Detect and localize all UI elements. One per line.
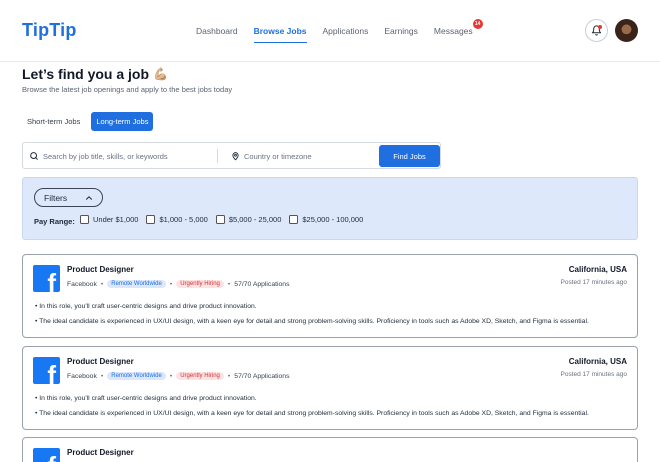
job-description-line: • In this role, you'll craft user-centri… <box>35 303 257 310</box>
facebook-logo-icon: f <box>33 265 60 292</box>
pay-option-label: Under $1,000 <box>93 215 139 224</box>
messages-count-badge: 14 <box>472 19 483 29</box>
job-location: California, USA <box>568 265 627 274</box>
pay-range-label: Pay Range: <box>34 217 75 226</box>
company-name: Facebook <box>67 280 97 288</box>
urgent-badge: Urgently Hiring <box>176 280 224 288</box>
job-description-line: • The ideal candidate is experienced in … <box>35 318 589 325</box>
brand-logo[interactable]: TipTip <box>22 20 77 41</box>
nav-item-messages-label: Messages <box>433 26 473 36</box>
pay-option-25000-100000[interactable]: $25,000 - 100,000 <box>289 215 363 224</box>
find-jobs-button[interactable]: Find Jobs <box>379 145 440 167</box>
job-card[interactable]: f Product Designer Facebook • Remote Wor… <box>22 346 638 430</box>
main-nav: Dashboard Browse Jobs Applications Earni… <box>196 19 489 43</box>
posted-time: Posted 17 minutes ago <box>560 279 628 286</box>
urgent-badge: Urgently Hiring <box>176 372 224 380</box>
posted-time: Posted 17 minutes ago <box>560 371 628 378</box>
pay-option-label: $25,000 - 100,000 <box>302 215 364 224</box>
chevron-up-icon <box>86 196 92 200</box>
page-title: Let’s find you a job 💪🏼 <box>22 66 168 82</box>
flexed-biceps-icon: 💪🏼 <box>153 67 168 81</box>
separator-dot: • <box>100 280 104 288</box>
pay-option-under-1000[interactable]: Under $1,000 <box>80 215 138 224</box>
job-card[interactable]: f Product Designer Facebook • Remote Wor… <box>22 254 638 338</box>
search-input[interactable] <box>43 147 213 165</box>
user-avatar[interactable] <box>615 19 638 42</box>
notification-dot <box>598 25 602 29</box>
facebook-logo-icon: f <box>33 448 60 462</box>
separator-dot: • <box>169 372 173 380</box>
filters-toggle-button[interactable]: Filters <box>34 188 103 207</box>
pay-range-options: Under $1,000 $1,000 - 5,000 $5,000 - 25,… <box>80 215 371 224</box>
pay-option-label: $5,000 - 25,000 <box>228 215 282 224</box>
page-subtitle: Browse the latest job openings and apply… <box>22 85 233 94</box>
job-title[interactable]: Product Designer <box>67 357 134 366</box>
facebook-logo-icon: f <box>33 357 60 384</box>
job-description-line: • In this role, you'll craft user-centri… <box>35 395 257 402</box>
remote-badge: Remote Worldwide <box>107 280 166 288</box>
location-pin-icon <box>232 152 239 161</box>
separator-dot: • <box>227 280 231 288</box>
checkbox[interactable] <box>289 215 299 224</box>
tab-short-term-jobs[interactable]: Short-term Jobs <box>22 112 85 131</box>
top-header: TipTip Dashboard Browse Jobs Application… <box>0 0 660 62</box>
filters-button-label: Filters <box>44 192 68 203</box>
nav-item-applications[interactable]: Applications <box>323 26 369 36</box>
separator-dot: • <box>169 280 173 288</box>
pay-option-5000-25000[interactable]: $5,000 - 25,000 <box>215 215 282 224</box>
remote-badge: Remote Worldwide <box>107 372 166 380</box>
separator-dot: • <box>100 372 104 380</box>
job-title[interactable]: Product Designer <box>67 448 134 457</box>
pay-option-1000-5000[interactable]: $1,000 - 5,000 <box>146 215 208 224</box>
search-divider <box>217 149 218 163</box>
checkbox[interactable] <box>146 215 156 224</box>
separator-dot: • <box>227 372 231 380</box>
nav-item-browse-jobs[interactable]: Browse Jobs <box>253 26 307 43</box>
checkbox[interactable] <box>215 215 225 224</box>
job-description-line: • The ideal candidate is experienced in … <box>35 410 589 417</box>
applications-count: 57/70 Applications <box>234 280 290 288</box>
job-type-tabs: Short-term Jobs Long-term Jobs <box>22 112 154 131</box>
search-icon <box>30 152 38 160</box>
filters-panel: Filters Pay Range: Under $1,000 $1,000 -… <box>22 177 638 240</box>
job-location: California, USA <box>568 357 627 366</box>
nav-item-earnings[interactable]: Earnings <box>384 26 418 36</box>
checkbox[interactable] <box>80 215 89 224</box>
job-meta: Facebook • Remote Worldwide • Urgently H… <box>67 372 289 380</box>
notifications-button[interactable] <box>585 19 608 42</box>
tab-long-term-jobs[interactable]: Long-term Jobs <box>91 112 154 131</box>
page-title-text: Let’s find you a job <box>22 66 150 82</box>
pay-option-label: $1,000 - 5,000 <box>159 215 208 224</box>
job-meta: Facebook • Remote Worldwide • Urgently H… <box>67 280 289 288</box>
job-card[interactable]: f Product Designer <box>22 437 638 462</box>
company-name: Facebook <box>67 372 97 380</box>
location-input[interactable] <box>244 147 394 165</box>
nav-item-messages[interactable]: Messages 14 <box>433 19 483 36</box>
applications-count: 57/70 Applications <box>234 372 290 380</box>
nav-item-dashboard[interactable]: Dashboard <box>196 26 238 36</box>
search-bar: Find Jobs <box>22 142 441 169</box>
job-title[interactable]: Product Designer <box>67 265 134 274</box>
